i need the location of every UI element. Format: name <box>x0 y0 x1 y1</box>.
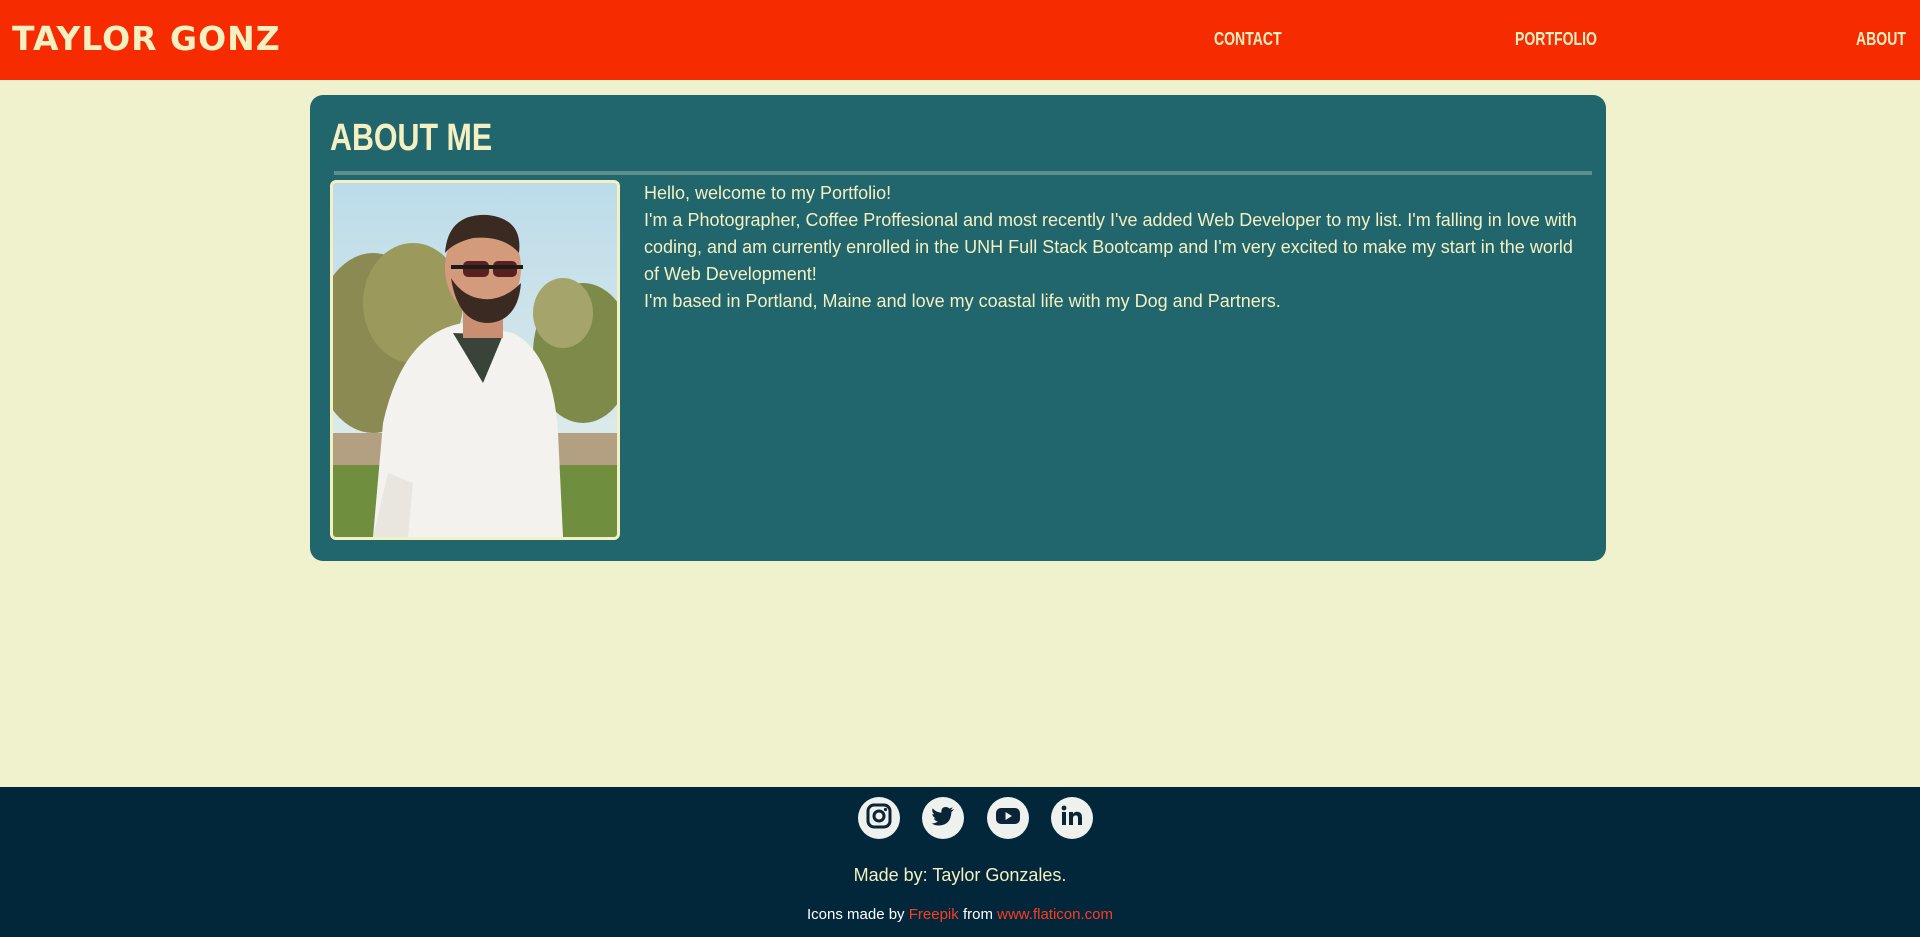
profile-photo <box>330 180 620 540</box>
site-header: TAYLOR GONZ CONTACT PORTFOLIO ABOUT <box>0 0 1920 80</box>
nav-contact-link[interactable]: CONTACT <box>1214 28 1282 50</box>
bio-career: I'm a Photographer, Coffee Proffesional … <box>644 210 1577 284</box>
about-bio: Hello, welcome to my Portfolio! I'm a Ph… <box>644 180 1584 315</box>
bio-greeting: Hello, welcome to my Portfolio! <box>644 183 892 203</box>
about-title: ABOUT ME <box>330 117 493 159</box>
instagram-link[interactable] <box>858 797 900 839</box>
nav-about-link[interactable]: ABOUT <box>1856 28 1906 50</box>
freepik-link[interactable]: Freepik <box>909 906 959 923</box>
instagram-icon <box>865 802 893 835</box>
twitter-icon <box>929 802 957 835</box>
twitter-link[interactable] <box>922 797 964 839</box>
youtube-link[interactable] <box>987 797 1029 839</box>
linkedin-icon <box>1058 802 1086 835</box>
youtube-icon <box>994 802 1022 835</box>
icon-credits: Icons made by Freepik from www.flaticon.… <box>0 906 1920 924</box>
title-divider <box>334 171 1592 175</box>
made-by-text: Made by: Taylor Gonzales. <box>853 865 1067 885</box>
flaticon-link[interactable]: www.flaticon.com <box>997 906 1113 923</box>
about-card: ABOUT ME Hello, welcome to my Portfolio!… <box>310 95 1606 561</box>
site-footer: Made by: Taylor Gonzales. Icons made by … <box>0 787 1920 937</box>
bio-location: I'm based in Portland, Maine and love my… <box>644 291 1281 311</box>
credits-prefix: Icons made by <box>807 906 905 923</box>
linkedin-link[interactable] <box>1051 797 1093 839</box>
nav-portfolio-link[interactable]: PORTFOLIO <box>1515 28 1597 50</box>
credits-middle: from <box>962 906 993 923</box>
site-logo[interactable]: TAYLOR GONZ <box>12 17 281 61</box>
